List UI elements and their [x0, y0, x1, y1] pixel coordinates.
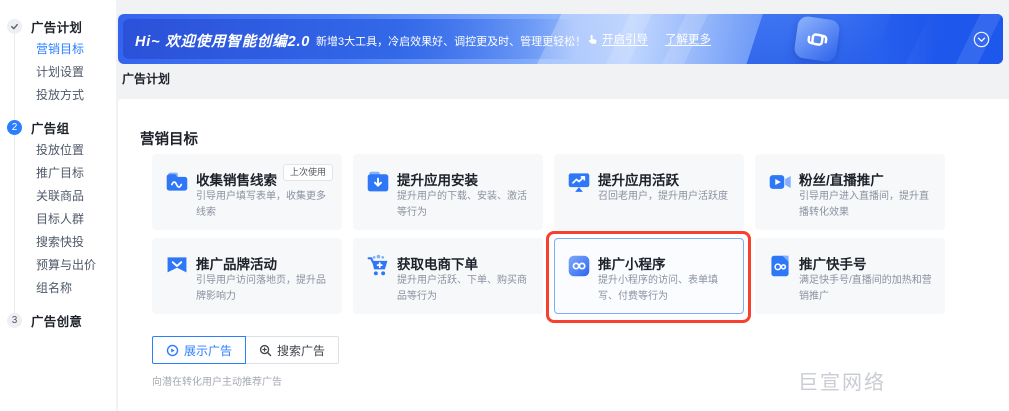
sidebar-subitem[interactable]: 计划设置	[0, 61, 116, 84]
sidebar-step-广告组[interactable]: 2 广告组	[0, 115, 116, 139]
card-title: 提升应用活跃	[598, 173, 679, 188]
watermark: 巨宣网络	[798, 372, 886, 394]
app-active-icon	[567, 170, 591, 194]
card-desc: 提升用户的下载、安装、激活等行为	[397, 191, 527, 218]
step-label: 广告计划	[31, 20, 83, 35]
pointer-hand-icon	[586, 33, 598, 45]
sidebar-step-广告计划[interactable]: 广告计划	[0, 14, 116, 38]
card-desc: 满足快手号/直播间的加热和营销推广	[799, 275, 932, 302]
goal-card[interactable]: 提升应用安装提升用户的下载、安装、激活等行为	[353, 154, 543, 230]
card-desc: 提升小程序的访问、表单填写、付费等行为	[598, 275, 718, 302]
section-title: 营销目标	[140, 132, 198, 149]
kuaishou-account-icon	[768, 254, 792, 278]
goal-card[interactable]: 推广品牌活动引导用户访问落地页，提升品牌影响力	[152, 238, 342, 314]
goal-card[interactable]: 提升应用活跃召回老用户，提升用户活跃度	[554, 154, 744, 230]
ad-type-caption: 向潜在转化用户主动推荐广告	[152, 377, 282, 388]
card-title: 推广小程序	[598, 257, 666, 272]
sidebar-subitem[interactable]: 组名称	[0, 277, 116, 300]
banner-subtitle: 新增3大工具，冷启效果好、调控更及时、管理更轻松！	[316, 36, 587, 48]
last-used-badge: 上次使用	[282, 164, 333, 181]
banner-title: Hi~ 欢迎使用智能创编2.0	[135, 34, 311, 50]
sidebar-subitem[interactable]: 关联商品	[0, 185, 116, 208]
banner-collapse-button[interactable]	[973, 31, 990, 48]
sidebar-subitem[interactable]: 预算与出价	[0, 254, 116, 277]
card-title: 获取电商下单	[397, 257, 478, 272]
sidebar-subitem[interactable]: 目标人群	[0, 208, 116, 231]
goal-card[interactable]: 粉丝/直播推广引导用户进入直播间，提升直播转化效果	[755, 154, 945, 230]
campaign-panel: 营销目标 收集销售线索 引导用户填写表单，收集更多线索 上次使用 提升应用安装 提升用户…	[118, 99, 1009, 411]
step-label: 广告创意	[31, 314, 83, 329]
card-desc: 召回老用户，提升用户活跃度	[598, 191, 728, 202]
smart-creation-logo	[793, 15, 841, 63]
ad-type-tab-label: 搜索广告	[277, 343, 326, 358]
step-label: 广告组	[31, 121, 70, 136]
sidebar-step-广告创意[interactable]: 3 广告创意	[0, 308, 116, 332]
goal-card[interactable]: 收集销售线索引导用户填写表单，收集更多线索 上次使用	[152, 154, 342, 230]
live-promo-icon	[768, 170, 792, 194]
goal-card[interactable]: 获取电商下单提升用户活跃、下单、购买商品等行为	[353, 238, 543, 314]
card-desc: 引导用户进入直播间，提升直播转化效果	[799, 191, 929, 218]
ecommerce-order-icon	[366, 254, 390, 278]
brand-campaign-icon	[165, 254, 189, 278]
learn-more-link[interactable]: 了解更多	[665, 31, 711, 47]
goal-card[interactable]: 推广小程序提升小程序的访问、表单填写、付费等行为	[546, 231, 751, 323]
learn-more-label: 了解更多	[665, 34, 711, 46]
card-desc: 提升用户活跃、下单、购买商品等行为	[397, 275, 527, 302]
sidebar-subitem[interactable]: 营销目标	[0, 38, 116, 61]
card-title: 提升应用安装	[397, 173, 478, 188]
card-title: 收集销售线索	[196, 173, 277, 188]
display-ad-icon	[166, 344, 179, 357]
card-desc: 引导用户访问落地页，提升品牌影响力	[196, 275, 326, 302]
ad-type-tab-展示广告[interactable]: 展示广告	[152, 336, 247, 364]
wizard-steps-sidebar: 广告计划营销目标 计划设置 投放方式 2 广告组投放位置 推广目标 关联商品 目标人群 搜索快投…	[0, 0, 116, 411]
leads-folder-icon	[165, 170, 189, 194]
sidebar-subitem[interactable]: 搜索快投	[0, 231, 116, 254]
check-icon	[7, 18, 22, 34]
step-connector-line	[14, 34, 15, 319]
app-install-icon	[366, 170, 390, 194]
card-title: 推广品牌活动	[196, 257, 277, 272]
ad-type-tab-搜索广告[interactable]: 搜索广告	[245, 336, 340, 364]
breadcrumb: 广告计划	[122, 72, 171, 86]
start-guide-label: 开启引导	[602, 34, 648, 46]
card-desc: 引导用户填写表单，收集更多线索	[196, 191, 326, 218]
sidebar-subitem[interactable]: 投放位置	[0, 139, 116, 162]
goal-card[interactable]: 推广快手号满足快手号/直播间的加热和营销推广	[755, 238, 945, 314]
card-title: 粉丝/直播推广	[799, 173, 884, 188]
sidebar-subitem[interactable]: 投放方式	[0, 84, 116, 107]
ad-type-tab-label: 展示广告	[184, 343, 233, 358]
miniapp-icon	[567, 254, 591, 278]
step-number-badge: 2	[7, 119, 22, 135]
sidebar-subitem[interactable]: 推广目标	[0, 162, 116, 185]
start-guide-link[interactable]: 开启引导	[586, 31, 648, 47]
ad-type-segmented-control: 展示广告 搜索广告	[152, 336, 340, 364]
card-title: 推广快手号	[799, 257, 867, 272]
step-number-badge: 3	[7, 312, 22, 328]
promo-banner: Hi~ 欢迎使用智能创编2.0 新增3大工具，冷启效果好、调控更及时、管理更轻松…	[118, 14, 1003, 64]
search-ad-icon	[259, 344, 272, 357]
